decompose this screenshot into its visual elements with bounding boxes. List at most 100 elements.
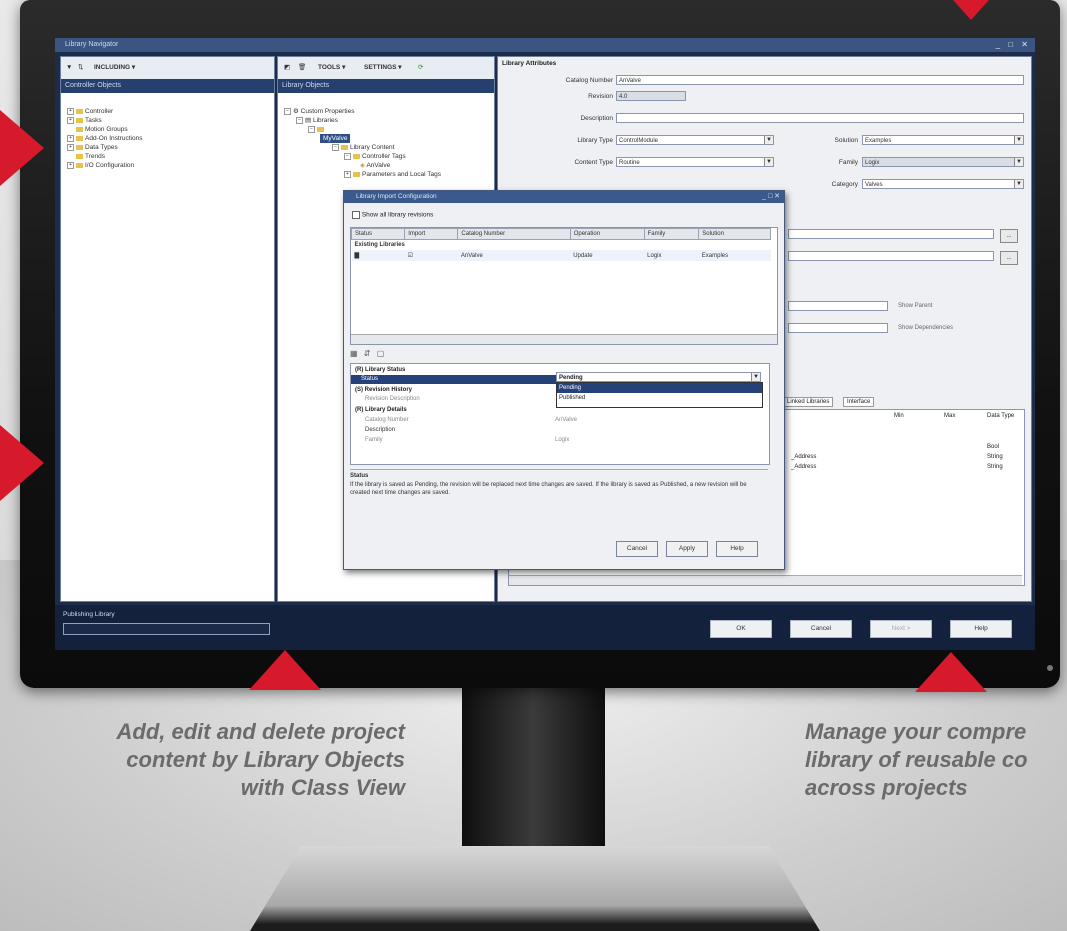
col-operation[interactable]: Operation <box>569 228 645 240</box>
expander-icon[interactable]: − <box>284 107 291 115</box>
delete-icon[interactable]: 🗑 <box>298 62 306 74</box>
tree-item[interactable]: + Add-On Instructions <box>67 134 142 143</box>
dropdown-option[interactable]: Published <box>557 393 762 403</box>
group-label: Existing Libraries <box>354 242 405 248</box>
help-button[interactable]: Help <box>950 620 1012 638</box>
checkbox-icon[interactable] <box>352 211 360 219</box>
expander-icon[interactable]: − <box>332 143 339 151</box>
tree-item[interactable]: − <box>308 125 326 134</box>
col-data-type: Data Type <box>987 413 1015 419</box>
show-all-revisions-checkbox[interactable]: Show all library revisions <box>352 211 433 219</box>
tree-item[interactable]: + Tasks <box>67 116 102 125</box>
publishing-progress-bar <box>63 623 270 635</box>
tree-item[interactable]: ◈ AnValve <box>360 161 390 170</box>
folder-icon <box>76 162 83 168</box>
col-solution[interactable]: Solution <box>698 228 771 240</box>
expander-icon[interactable]: + <box>67 116 74 124</box>
property-row[interactable]: Description <box>365 426 769 435</box>
cancel-button[interactable]: Cancel <box>790 620 852 638</box>
tree-item[interactable]: + Data Types <box>67 143 118 152</box>
expander-icon[interactable]: + <box>67 161 74 169</box>
show-parent-link[interactable]: Show Parent <box>898 303 932 309</box>
catalog-number-field[interactable]: AnValve <box>616 75 1024 85</box>
dropdown-option[interactable]: Pending <box>557 383 762 393</box>
tree-item[interactable]: − Library Content <box>332 143 394 152</box>
property-row[interactable]: Catalog Number AnValve <box>365 416 769 425</box>
family-select: Logix ▼ <box>862 157 1024 167</box>
col-catalog-number[interactable]: Catalog Number <box>457 228 571 240</box>
tree-item[interactable]: + Parameters and Local Tags <box>344 170 441 179</box>
tree-item[interactable]: − ⚙ Custom Properties <box>284 107 354 116</box>
tools-menu[interactable]: TOOLS ▾ <box>318 62 345 74</box>
tree-item[interactable]: − Controller Tags <box>344 152 406 161</box>
chevron-down-icon[interactable]: ▼ <box>751 373 760 381</box>
tab-interface[interactable]: Interface <box>843 397 875 407</box>
folder-icon <box>353 171 360 177</box>
tree-item[interactable]: − ▤ Libraries <box>296 116 338 125</box>
property-row[interactable]: Family Logix <box>365 436 769 445</box>
property-row-status[interactable]: Status <box>351 375 566 384</box>
pages-icon[interactable]: ▢ <box>377 349 385 358</box>
expander-icon[interactable]: − <box>344 152 351 160</box>
libraries-grid: Status Import Catalog Number Operation F… <box>350 227 778 345</box>
new-icon[interactable]: ◩ <box>284 62 290 74</box>
refresh-icon[interactable]: ⟳ <box>418 62 423 74</box>
expander-icon[interactable]: + <box>344 170 351 178</box>
window-controls[interactable]: _ □ ✕ <box>996 40 1031 49</box>
col-max: Max <box>944 413 956 419</box>
solution-label: Solution <box>834 137 859 144</box>
dialog-titlebar: Library Import Configuration _ □ ✕ <box>344 191 784 203</box>
tree-item[interactable]: + I/O Configuration <box>67 161 134 170</box>
horizontal-scrollbar[interactable] <box>509 575 1022 585</box>
chevron-down-icon[interactable]: ▼ <box>1014 180 1023 188</box>
window-title: Library Navigator <box>65 41 119 48</box>
expander-icon[interactable]: − <box>308 125 315 133</box>
chevron-down-icon[interactable]: ▼ <box>764 158 773 166</box>
settings-menu[interactable]: SETTINGS ▾ <box>364 62 402 74</box>
library-icon: ▤ <box>305 117 313 124</box>
content-type-select[interactable]: Routine ▼ <box>616 157 774 167</box>
horizontal-scrollbar[interactable] <box>351 334 777 344</box>
folder-icon <box>76 126 83 132</box>
property-toolbar: ▦ ⇵ ▢ <box>350 349 384 358</box>
alphabetical-icon[interactable]: ⇵ <box>364 349 371 358</box>
categorized-icon[interactable]: ▦ <box>350 349 358 358</box>
tree-item[interactable]: Motion Groups <box>76 125 128 134</box>
dialog-apply-button[interactable]: Apply <box>666 541 708 557</box>
expander-icon[interactable]: + <box>67 143 74 151</box>
show-dependencies-link[interactable]: Show Dependencies <box>898 325 953 331</box>
expander-icon[interactable]: − <box>296 116 303 124</box>
category-select[interactable]: Valves ▼ <box>862 179 1024 189</box>
expander-icon[interactable]: + <box>67 134 74 142</box>
table-row[interactable]: ▇ ☑ AnValve Update Logix Examples <box>351 250 771 261</box>
including-dropdown[interactable]: INCLUDING ▾ <box>94 62 135 74</box>
filter-icon[interactable]: ▼ <box>66 62 72 74</box>
description-field[interactable] <box>616 113 1024 123</box>
ok-button[interactable]: OK <box>710 620 772 638</box>
tree-item[interactable]: + Controller <box>67 107 113 116</box>
col-family[interactable]: Family <box>643 228 700 240</box>
browse-button[interactable]: ... <box>1000 251 1018 265</box>
tree-item-selected[interactable]: MyValve <box>320 134 351 143</box>
path-field-2[interactable] <box>788 251 994 261</box>
solution-select[interactable]: Examples ▼ <box>862 135 1024 145</box>
dialog-close-icon[interactable]: _ □ ✕ <box>762 191 780 203</box>
library-type-label: Library Type <box>577 137 613 144</box>
col-import[interactable]: Import <box>404 228 459 240</box>
chevron-down-icon[interactable]: ▼ <box>1014 136 1023 144</box>
folder-icon <box>317 126 324 132</box>
browse-button[interactable]: ... <box>1000 229 1018 243</box>
tree-item[interactable]: Trends <box>76 152 105 161</box>
library-type-select[interactable]: ControlModule ▼ <box>616 135 774 145</box>
import-checkbox[interactable]: ☑ <box>405 250 458 261</box>
chevron-down-icon[interactable]: ▼ <box>764 136 773 144</box>
sort-icon[interactable]: ⇅ <box>78 62 83 74</box>
tab-linked-libraries[interactable]: Linked Libraries <box>783 397 834 407</box>
path-field-1[interactable] <box>788 229 994 239</box>
status-dropdown[interactable]: Pending ▼ <box>556 372 761 382</box>
dialog-help-button[interactable]: Help <box>716 541 758 557</box>
col-status[interactable]: Status <box>351 228 406 240</box>
expander-icon[interactable]: + <box>67 107 74 115</box>
dialog-cancel-button[interactable]: Cancel <box>616 541 658 557</box>
catalog-number-label: Catalog Number <box>565 77 613 84</box>
